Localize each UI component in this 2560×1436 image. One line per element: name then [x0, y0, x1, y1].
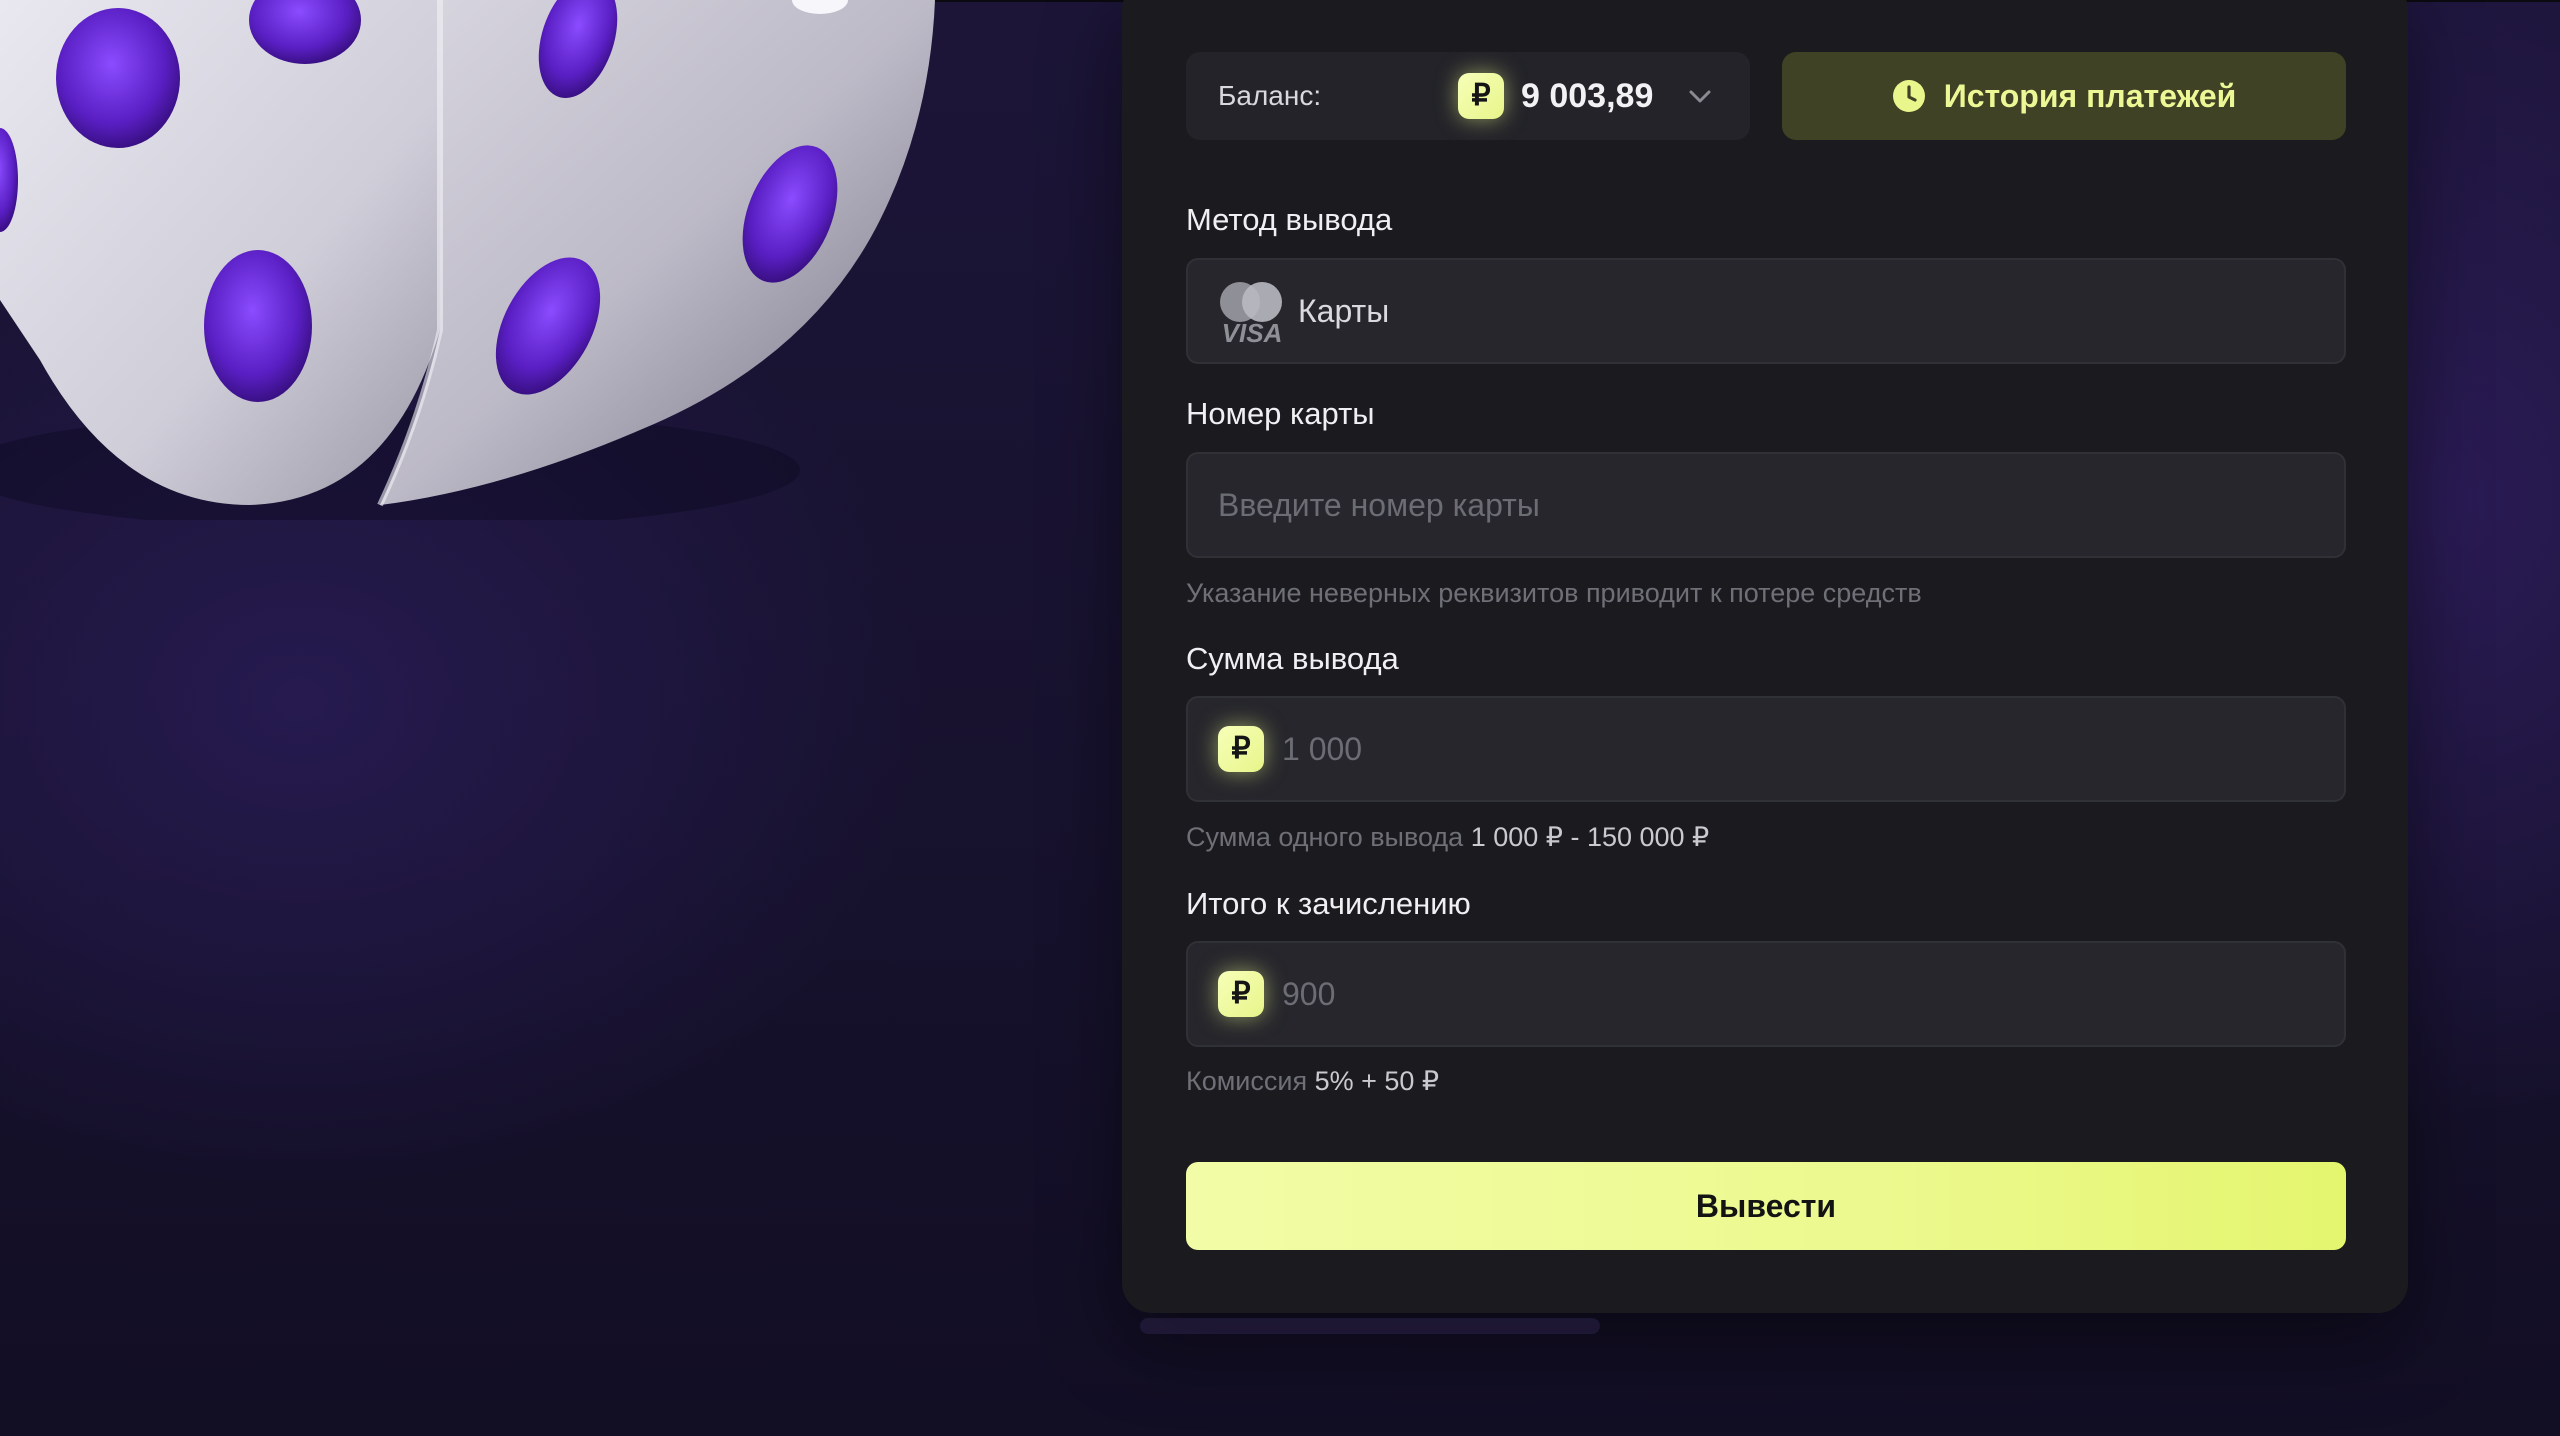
withdraw-button[interactable]: Вывести — [1186, 1162, 2346, 1250]
clock-icon — [1892, 80, 1925, 112]
fee-hint-value: 5% + 50 ₽ — [1314, 1066, 1440, 1096]
card-brands-icon: VISA — [1220, 282, 1283, 346]
balance-label: Баланс: — [1218, 80, 1322, 111]
ruble-icon: ₽ — [1218, 971, 1264, 1017]
payment-history-label: История платежей — [1943, 77, 2237, 114]
card-number-placeholder: Введите номер карты — [1218, 487, 1540, 523]
amount-hint-prefix: Сумма одного вывода — [1186, 822, 1464, 852]
total-label: Итого к зачислению — [1186, 886, 1471, 921]
amount-hint: Сумма одного вывода 1 000 ₽ - 150 000 ₽ — [1186, 822, 1709, 853]
chevron-down-icon[interactable] — [1684, 80, 1716, 112]
amount-hint-range: 1 000 ₽ - 150 000 ₽ — [1470, 822, 1710, 852]
amount-label: Сумма вывода — [1186, 641, 1399, 676]
amount-placeholder: 1 000 — [1282, 731, 1363, 767]
dice-illustration — [0, 0, 960, 530]
fee-hint-prefix: Комиссия — [1186, 1066, 1308, 1096]
panel-glow — [1140, 1318, 1600, 1334]
withdraw-method-value: Карты — [1298, 293, 1390, 329]
dice-icon — [0, 0, 935, 530]
card-number-input[interactable]: Введите номер карты — [1186, 452, 2346, 558]
ruble-icon: ₽ — [1218, 726, 1264, 772]
withdraw-method-label: Метод вывода — [1186, 202, 1393, 237]
balance-amount: 9 003,89 — [1521, 77, 1654, 115]
ruble-icon: ₽ — [1458, 73, 1504, 119]
total-value: 900 — [1282, 976, 1336, 1012]
amount-input[interactable]: ₽ 1 000 — [1186, 696, 2346, 802]
card-number-label: Номер карты — [1186, 396, 1375, 431]
card-number-hint: Указание неверных реквизитов приводит к … — [1186, 578, 1922, 608]
svg-text:VISA: VISA — [1222, 318, 1283, 346]
payment-history-button[interactable]: История платежей — [1782, 52, 2346, 140]
total-field: ₽ 900 — [1186, 941, 2346, 1047]
fee-hint: Комиссия 5% + 50 ₽ — [1186, 1066, 1439, 1097]
balance-selector[interactable]: Баланс: ₽ 9 003,89 — [1186, 52, 1750, 140]
withdraw-method-select[interactable]: VISA Карты — [1186, 258, 2346, 364]
